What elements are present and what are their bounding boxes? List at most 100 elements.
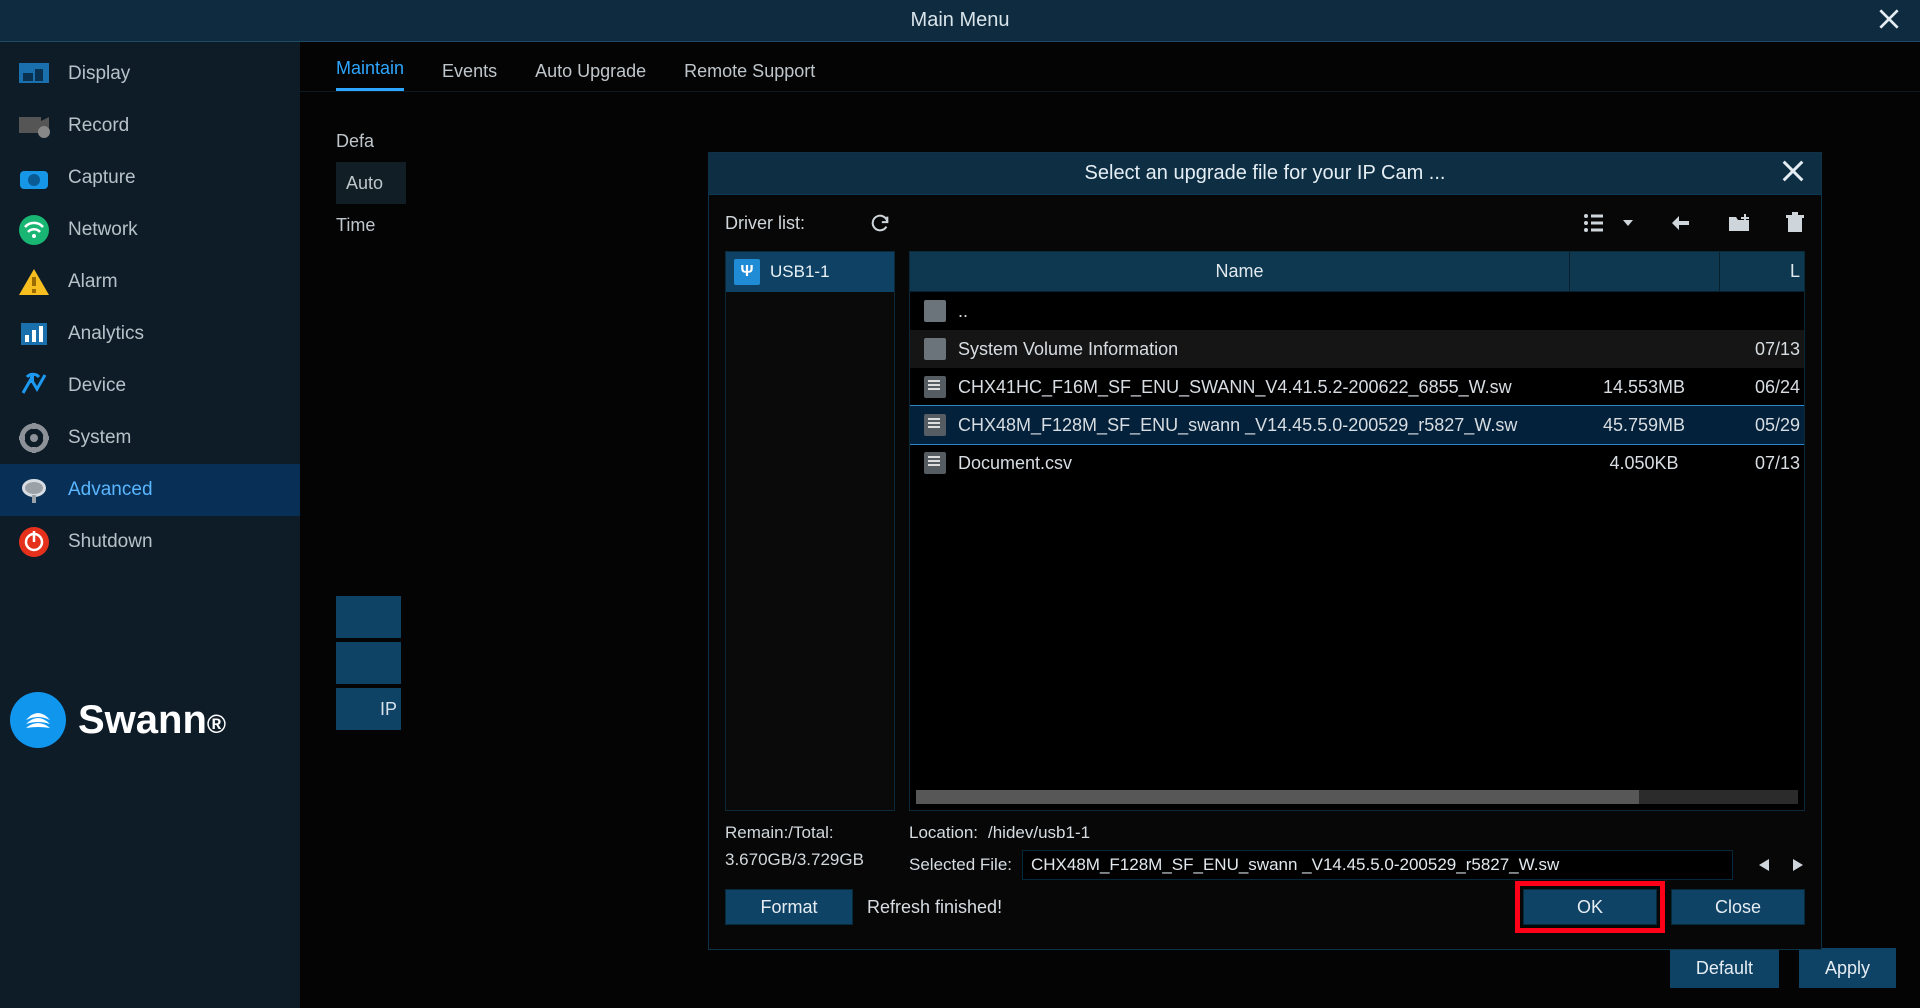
sidebar-item-display[interactable]: Display (0, 48, 300, 100)
bottom-bar: Default Apply (1670, 948, 1896, 988)
file-row[interactable]: System Volume Information 07/13 (910, 330, 1804, 368)
file-row-selected[interactable]: CHX48M_F128M_SF_ENU_swann _V14.45.5.0-20… (910, 406, 1804, 444)
sidebar-item-label: Record (68, 115, 129, 137)
driver-list-label: Driver list: (725, 213, 805, 234)
toolbar-right (1583, 212, 1805, 234)
remain-label: Remain:/Total: (725, 819, 895, 846)
apply-button[interactable]: Apply (1799, 948, 1896, 988)
file-size: 14.553MB (1569, 377, 1719, 398)
advanced-icon (16, 472, 52, 508)
dialog-close-icon[interactable] (1779, 157, 1807, 185)
selected-file-input[interactable]: CHX48M_F128M_SF_ENU_swann _V14.45.5.0-20… (1022, 850, 1733, 880)
drive-usb1-1[interactable]: Ψ USB1-1 (726, 252, 894, 292)
upgrade-file-dialog: Select an upgrade file for your IP Cam .… (708, 152, 1822, 950)
file-name: Document.csv (958, 453, 1569, 474)
brand-logo: Swann® (0, 692, 300, 1008)
horizontal-scrollbar[interactable] (916, 790, 1798, 804)
tab-maintain[interactable]: Maintain (336, 58, 404, 91)
sidebar-item-capture[interactable]: Capture (0, 152, 300, 204)
sidebar-item-shutdown[interactable]: Shutdown (0, 516, 300, 568)
sidebar: Display Record Capture Network Alarm Ana… (0, 42, 300, 1008)
sidebar-item-device[interactable]: Device (0, 360, 300, 412)
delete-icon[interactable] (1785, 212, 1805, 234)
folder-icon (924, 300, 946, 322)
dialog-actions: Format Refresh finished! OK Close (725, 889, 1805, 925)
record-icon (16, 108, 52, 144)
sidebar-item-system[interactable]: System (0, 412, 300, 464)
refresh-icon[interactable] (869, 212, 891, 234)
network-icon (16, 212, 52, 248)
file-date: 07/13 (1719, 339, 1804, 360)
sidebar-item-record[interactable]: Record (0, 100, 300, 152)
sidebar-item-label: Capture (68, 167, 136, 189)
root: Display Record Capture Network Alarm Ana… (0, 42, 1920, 1008)
content: Maintain Events Auto Upgrade Remote Supp… (300, 42, 1920, 1008)
file-icon (924, 452, 946, 474)
nav-arrows (1757, 857, 1805, 873)
driver-row: Driver list: (725, 195, 1805, 251)
file-row[interactable]: Document.csv 4.050KB 07/13 (910, 444, 1804, 482)
sidebar-item-label: Analytics (68, 323, 144, 345)
scrollbar-thumb[interactable] (916, 790, 1639, 804)
file-date: 05/29 (1719, 415, 1804, 436)
next-icon[interactable] (1791, 857, 1805, 873)
file-size: 4.050KB (1569, 453, 1719, 474)
file-icon (924, 414, 946, 436)
location-line: Location: /hidev/usb1-1 (909, 819, 1805, 847)
prev-icon[interactable] (1757, 857, 1771, 873)
sidebar-item-label: Advanced (68, 479, 153, 501)
tab-remote-support[interactable]: Remote Support (684, 61, 815, 91)
col-name[interactable]: Name (910, 261, 1569, 282)
file-row-parent[interactable]: .. (910, 292, 1804, 330)
panes: Ψ USB1-1 Name L .. (725, 251, 1805, 811)
capture-icon (16, 160, 52, 196)
sidebar-item-label: System (68, 427, 131, 449)
file-name: CHX48M_F128M_SF_ENU_swann _V14.45.5.0-20… (958, 415, 1569, 436)
file-name: CHX41HC_F16M_SF_ENU_SWANN_V4.41.5.2-2006… (958, 377, 1569, 398)
location-label: Location: (909, 823, 978, 843)
file-pane: Name L .. (909, 251, 1805, 811)
subrow-auto: Auto (336, 162, 406, 204)
chevron-down-icon[interactable] (1621, 216, 1635, 230)
tabs: Maintain Events Auto Upgrade Remote Supp… (300, 48, 1920, 92)
default-button[interactable]: Default (1670, 948, 1779, 988)
dialog-titlebar: Select an upgrade file for your IP Cam .… (709, 153, 1821, 195)
col-size[interactable] (1569, 252, 1719, 291)
list-view-icon[interactable] (1583, 212, 1609, 234)
sidebar-item-analytics[interactable]: Analytics (0, 308, 300, 360)
selected-file-label: Selected File: (909, 855, 1012, 875)
location-value: /hidev/usb1-1 (988, 823, 1090, 843)
sidebar-item-advanced[interactable]: Advanced (0, 464, 300, 516)
brand-name: Swann® (78, 698, 226, 743)
tab-auto-upgrade[interactable]: Auto Upgrade (535, 61, 646, 91)
file-size: 45.759MB (1569, 415, 1719, 436)
sidebar-item-network[interactable]: Network (0, 204, 300, 256)
col-date[interactable]: L (1719, 252, 1804, 291)
alarm-icon (16, 264, 52, 300)
info-col: Location: /hidev/usb1-1 Selected File: C… (909, 819, 1805, 879)
side-button-2[interactable] (336, 642, 401, 684)
back-icon[interactable] (1669, 213, 1693, 233)
side-button-1[interactable] (336, 596, 401, 638)
selected-line: Selected File: CHX48M_F128M_SF_ENU_swann… (909, 851, 1805, 879)
close-icon[interactable] (1876, 6, 1902, 32)
display-icon (16, 56, 52, 92)
sidebar-item-alarm[interactable]: Alarm (0, 256, 300, 308)
titlebar-title: Main Menu (911, 9, 1010, 32)
file-row[interactable]: CHX41HC_F16M_SF_ENU_SWANN_V4.41.5.2-2006… (910, 368, 1804, 406)
device-icon (16, 368, 52, 404)
remain-col: Remain:/Total: 3.670GB/3.729GB (725, 819, 895, 873)
new-folder-icon[interactable] (1727, 212, 1751, 234)
tab-events[interactable]: Events (442, 61, 497, 91)
sidebar-item-label: Shutdown (68, 531, 153, 553)
sidebar-item-label: Display (68, 63, 130, 85)
format-button[interactable]: Format (725, 889, 853, 925)
close-button[interactable]: Close (1671, 889, 1805, 925)
status-text: Refresh finished! (867, 897, 1509, 918)
usb-icon: Ψ (734, 259, 760, 285)
ok-button[interactable]: OK (1523, 889, 1657, 925)
shutdown-icon (16, 524, 52, 560)
sidebar-item-label: Alarm (68, 271, 118, 293)
swann-logo-icon (10, 692, 66, 748)
side-button-ip[interactable]: IP (336, 688, 401, 730)
